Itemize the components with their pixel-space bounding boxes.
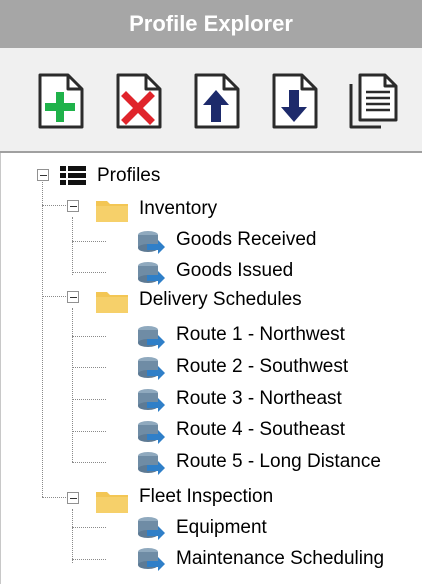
- tree-item-label[interactable]: Route 2 - Southwest: [176, 356, 348, 378]
- document-down-icon: [272, 73, 318, 129]
- profile-database-icon: [138, 548, 165, 571]
- profile-database-icon: [138, 326, 165, 349]
- tree-item-label[interactable]: Goods Received: [176, 229, 316, 251]
- expand-toggle-fleet-inspection[interactable]: [67, 492, 79, 504]
- expand-toggle-delivery-schedules[interactable]: [67, 291, 79, 303]
- tree-item-label[interactable]: Maintenance Scheduling: [176, 548, 384, 570]
- tree-item-label[interactable]: Goods Issued: [176, 260, 293, 282]
- document-copy-icon: [349, 73, 398, 129]
- profile-database-icon: [138, 357, 165, 380]
- copy-profile-button[interactable]: [347, 72, 399, 130]
- list-icon: [60, 166, 86, 185]
- profile-database-icon: [138, 389, 165, 412]
- expand-toggle-inventory[interactable]: [67, 200, 79, 212]
- profile-tree: Profiles Inventory Goods Received Goods …: [0, 153, 421, 584]
- tree-item-label[interactable]: Route 4 - Southeast: [176, 419, 345, 441]
- tree-group-label[interactable]: Delivery Schedules: [139, 289, 302, 311]
- move-down-button[interactable]: [269, 72, 321, 130]
- tree-item-label[interactable]: Equipment: [176, 517, 267, 539]
- tree-item-label[interactable]: Route 3 - Northeast: [176, 388, 342, 410]
- document-delete-icon: [116, 73, 162, 129]
- move-up-button[interactable]: [191, 72, 243, 130]
- profile-database-icon: [138, 452, 165, 475]
- delete-profile-button[interactable]: [113, 72, 165, 130]
- add-profile-button[interactable]: [35, 72, 87, 130]
- profile-database-icon: [138, 421, 165, 444]
- profile-database-icon: [138, 517, 165, 540]
- document-add-icon: [38, 73, 84, 129]
- tree-item-label[interactable]: Route 5 - Long Distance: [176, 451, 381, 473]
- folder-icon: [96, 292, 128, 313]
- toolbar: [0, 48, 422, 153]
- panel-title: Profile Explorer: [0, 0, 422, 48]
- profile-database-icon: [138, 231, 165, 254]
- tree-group-label[interactable]: Inventory: [139, 198, 217, 220]
- profile-explorer-panel: Profile Explorer Profiles Inventory Good…: [0, 0, 422, 584]
- folder-icon: [96, 492, 128, 513]
- profile-database-icon: [138, 262, 165, 285]
- tree-group-label[interactable]: Fleet Inspection: [139, 486, 273, 508]
- folder-icon: [96, 201, 128, 222]
- expand-toggle-profiles[interactable]: [37, 169, 49, 181]
- tree-item-label[interactable]: Route 1 - Northwest: [176, 324, 345, 346]
- document-up-icon: [194, 73, 240, 129]
- tree-root-label[interactable]: Profiles: [97, 165, 160, 187]
